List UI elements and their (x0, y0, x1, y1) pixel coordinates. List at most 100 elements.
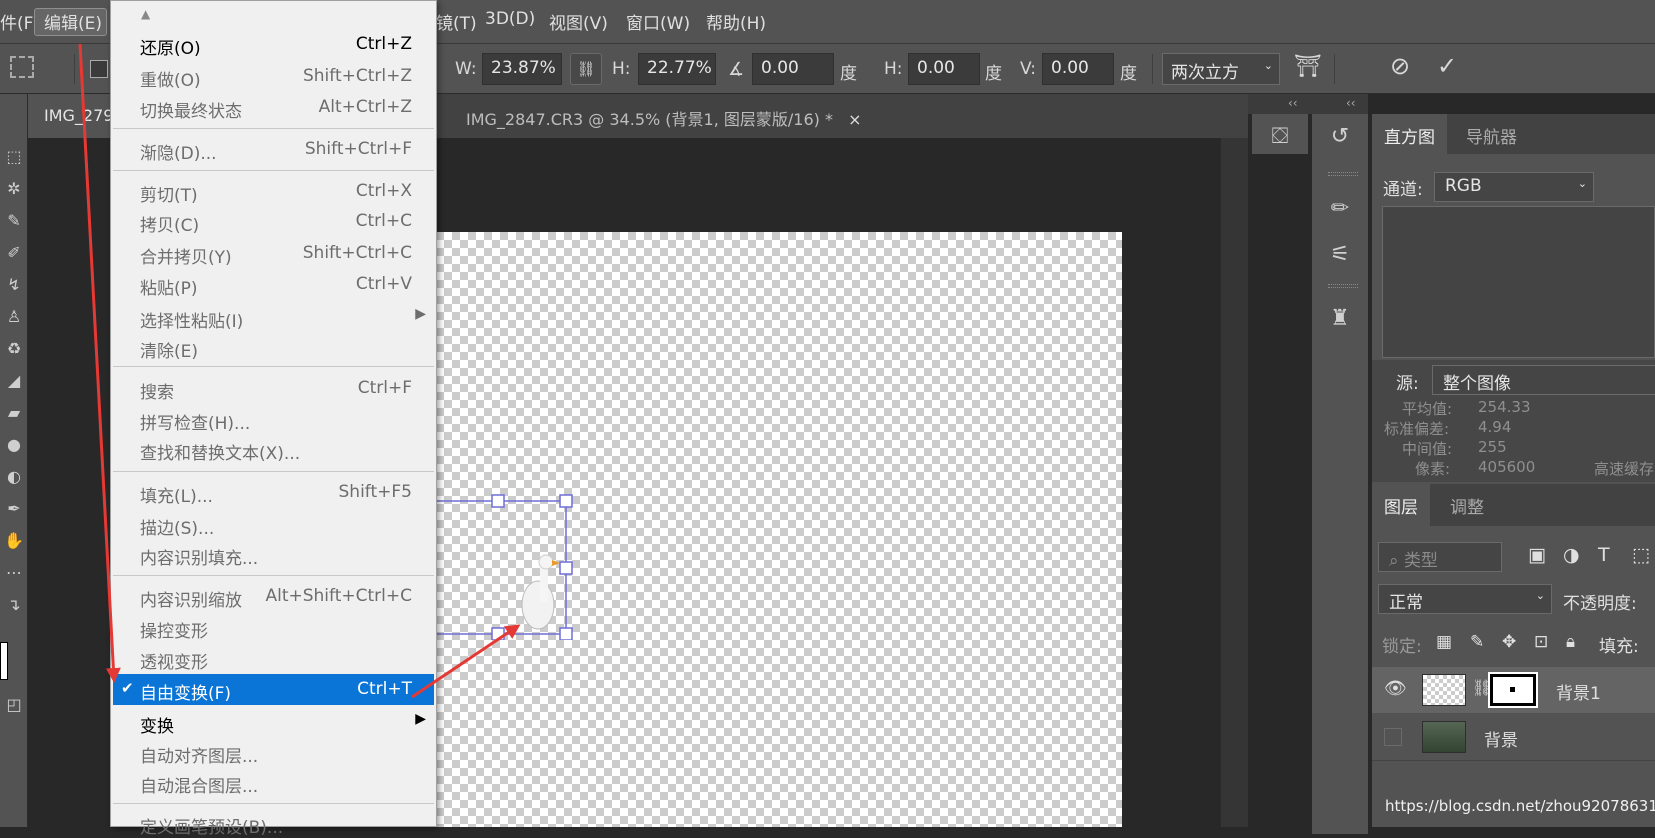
swap-colors-icon[interactable]: ↴ (0, 590, 28, 620)
menu-item-cut[interactable]: 剪切(T) Ctrl+X (113, 176, 434, 206)
dodge-icon[interactable]: ◐ (0, 462, 28, 492)
tab-img-2847[interactable]: IMG_2847.CR3 @ 34.5% (背景1, 图层蒙版/16) * × (452, 94, 875, 138)
menu-item-transform[interactable]: 变换 ▶ (113, 707, 434, 737)
layer-name[interactable]: 背景1 (1556, 679, 1601, 704)
clone-source-icon[interactable]: ♜ (1316, 296, 1364, 342)
quick-mask-icon[interactable]: ◰ (0, 690, 28, 720)
3d-cube-icon[interactable]: ⛋ (1256, 114, 1304, 160)
menu-item-puppet-warp[interactable]: 操控变形 (113, 612, 434, 642)
transform-handle[interactable] (559, 561, 573, 575)
menu-item-paste[interactable]: 粘贴(P) Ctrl+V (113, 269, 434, 299)
tab-layers[interactable]: 图层 (1372, 484, 1430, 526)
image-filter-icon[interactable]: ▣ (1528, 544, 1546, 566)
menu-item-fill[interactable]: 填充(L)... Shift+F5 (113, 477, 434, 507)
layer-row[interactable]: 背景 (1372, 714, 1655, 760)
hand-icon[interactable]: ✋ (0, 526, 28, 556)
menu-item-auto-blend[interactable]: 自动混合图层... (113, 767, 434, 797)
tab-navigator[interactable]: 导航器 (1454, 114, 1529, 154)
transform-tool-icon[interactable] (10, 56, 34, 78)
menu-item-paste-special[interactable]: 选择性粘贴(I) ▶ (113, 302, 434, 332)
source-select[interactable]: 整个图像 (1432, 365, 1655, 395)
more-tools-icon[interactable]: ⋯ (0, 558, 28, 588)
marquee-tool-icon[interactable]: ⬚ (0, 142, 28, 172)
menu-item-content-aware-fill[interactable]: 内容识别填充... (113, 539, 434, 569)
menu-item-search[interactable]: 搜索 Ctrl+F (113, 373, 434, 403)
menu-edit[interactable]: 编辑(E) (44, 9, 102, 34)
close-icon[interactable]: × (848, 110, 861, 129)
type-filter-icon[interactable]: T (1598, 544, 1610, 566)
tab-img-279[interactable]: IMG_279 (28, 94, 113, 138)
blend-mode-select[interactable]: 正常 ⌄ (1378, 584, 1552, 614)
collapse-icon[interactable]: ‹‹ (1288, 96, 1298, 110)
hskew-input[interactable]: 0.00 (908, 53, 980, 85)
menu-item-stroke[interactable]: 描边(S)... (113, 509, 434, 539)
cancel-icon[interactable]: ⊘ (1390, 52, 1410, 80)
menu-3d[interactable]: 3D(D) (485, 9, 535, 29)
height-input[interactable]: 22.77% (638, 53, 716, 85)
transform-handle[interactable] (559, 627, 573, 640)
foreground-color-swatch[interactable] (0, 642, 8, 680)
lock-move-icon[interactable]: ✥ (1502, 632, 1516, 652)
pen-icon[interactable]: ✒ (0, 494, 28, 524)
menu-item-undo[interactable]: 还原(O) Ctrl+Z (113, 29, 434, 59)
menu-item-perspective-warp[interactable]: 透视变形 (113, 643, 434, 673)
link-icon[interactable]: ⛓ (570, 53, 602, 85)
menu-item-free-transform[interactable]: ✔ 自由变换(F) Ctrl+T (113, 674, 434, 705)
reference-point-checkbox[interactable] (90, 60, 108, 78)
lock-paint-icon[interactable]: ✎ (1470, 632, 1484, 652)
menu-item-redo[interactable]: 重做(O) Shift+Ctrl+Z (113, 61, 434, 91)
tab-histogram[interactable]: 直方图 (1372, 114, 1447, 154)
eraser-icon[interactable]: ◢ (0, 366, 28, 396)
eyedropper-icon[interactable]: ✎ (0, 206, 28, 236)
gradient-icon[interactable]: ▰ (0, 398, 28, 428)
vertical-scrollbar[interactable] (1220, 138, 1248, 827)
visibility-toggle[interactable] (1384, 728, 1402, 746)
warp-icon[interactable]: ⛩ (1294, 54, 1322, 79)
layer-kind-filter[interactable]: ⌕ 类型 (1378, 542, 1502, 572)
menu-item-define-brush[interactable]: 定义画笔预设(B)... (113, 808, 434, 838)
menu-help[interactable]: 帮助(H) (706, 9, 766, 34)
brush-presets-icon[interactable]: ⚟ (1316, 232, 1364, 278)
menu-item-copy-merged[interactable]: 合并拷贝(Y) Shift+Ctrl+C (113, 238, 434, 268)
lock-all-icon[interactable]: 🔒︎ (1566, 632, 1575, 652)
interpolation-select[interactable]: 两次立方 ⌄ (1162, 53, 1280, 85)
healing-brush-icon[interactable]: ✐ (0, 238, 28, 268)
transform-handle[interactable] (491, 494, 505, 508)
channel-select[interactable]: RGB ⌄ (1434, 172, 1594, 202)
menu-scroll-up-icon[interactable]: ▲ (141, 7, 150, 21)
menu-item-find-replace[interactable]: 查找和替换文本(X)... (113, 434, 434, 464)
vskew-input[interactable]: 0.00 (1042, 53, 1114, 85)
width-input[interactable]: 23.87% (482, 53, 562, 85)
lock-transparent-icon[interactable]: ▦ (1436, 632, 1452, 652)
menu-window[interactable]: 窗口(W) (626, 9, 690, 34)
menu-item-spell-check[interactable]: 拼写检查(H)... (113, 404, 434, 434)
check-icon[interactable]: ✓ (1437, 52, 1457, 80)
stamp-icon[interactable]: ♙ (0, 302, 28, 332)
menu-item-content-aware-scale[interactable]: 内容识别缩放 Alt+Shift+Ctrl+C (113, 581, 434, 611)
magic-wand-icon[interactable]: ✲ (0, 174, 28, 204)
transform-handle[interactable] (559, 494, 573, 508)
blur-icon[interactable]: ● (0, 430, 28, 460)
menu-filter[interactable]: 镜(T) (436, 9, 477, 34)
history-icon[interactable]: ↺ (1316, 114, 1364, 160)
lock-artboard-icon[interactable]: ⊡ (1534, 632, 1548, 652)
menu-item-auto-align[interactable]: 自动对齐图层... (113, 737, 434, 767)
brush-icon[interactable]: ↯ (0, 270, 28, 300)
layer-row[interactable]: 👁︎ ⛓ 背景1 (1372, 667, 1655, 713)
layer-name[interactable]: 背景 (1484, 726, 1518, 751)
collapse-icon[interactable]: ‹‹ (1346, 96, 1356, 110)
eye-icon[interactable]: 👁︎ (1384, 678, 1407, 699)
menu-item-copy[interactable]: 拷贝(C) Ctrl+C (113, 206, 434, 236)
adjustment-filter-icon[interactable]: ◑ (1563, 544, 1580, 566)
menu-item-clear[interactable]: 清除(E) (113, 332, 434, 362)
transform-handle[interactable] (491, 627, 505, 640)
brush-settings-icon[interactable]: ✏ (1316, 186, 1364, 232)
panel-grip[interactable] (1328, 172, 1358, 176)
panel-grip[interactable] (1328, 284, 1358, 288)
angle-input[interactable]: 0.00 (752, 53, 834, 85)
menu-view[interactable]: 视图(V) (549, 9, 608, 34)
menu-item-fade[interactable]: 渐隐(D)... Shift+Ctrl+F (113, 134, 434, 164)
layer-mask-thumbnail[interactable] (1488, 672, 1538, 708)
menu-item-toggle-last-state[interactable]: 切换最终状态 Alt+Ctrl+Z (113, 92, 434, 122)
shape-filter-icon[interactable]: ⬚ (1632, 544, 1650, 566)
